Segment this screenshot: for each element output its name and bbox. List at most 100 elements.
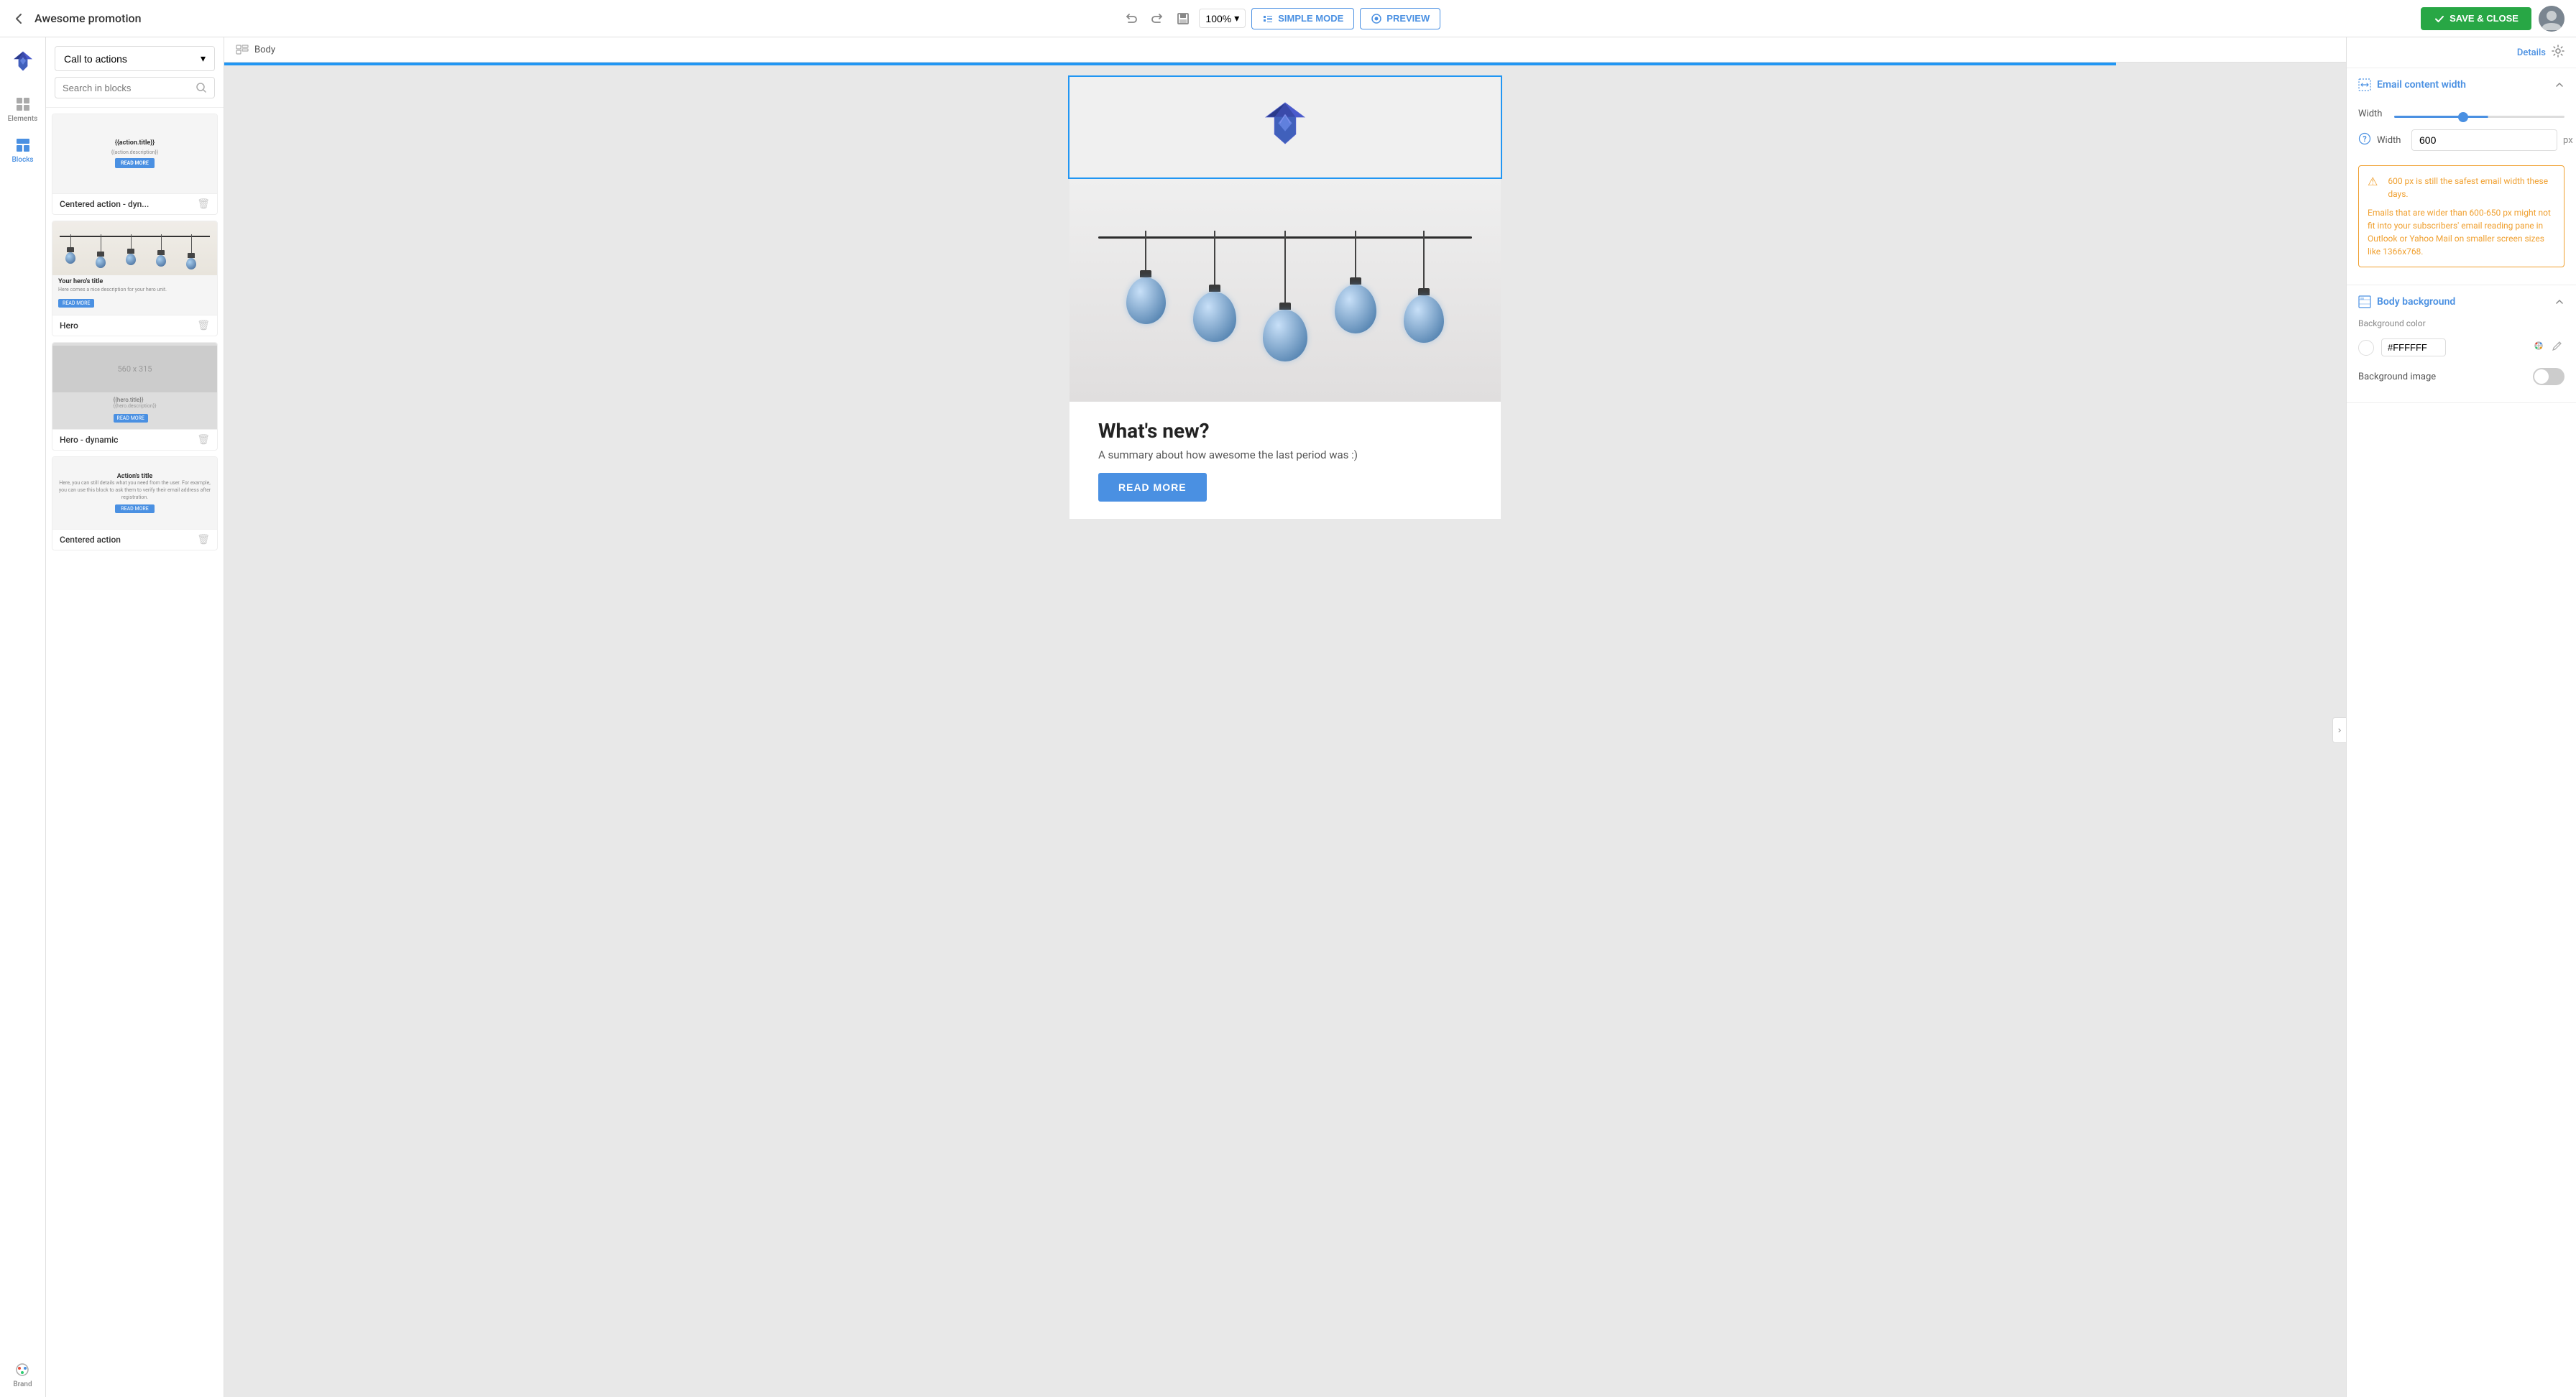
elements-label: Elements	[8, 115, 38, 123]
delete-hero-icon[interactable]: 🗑	[197, 320, 210, 331]
panel-section-header-width[interactable]: Email content width	[2347, 68, 2576, 101]
panel-section-body-background: Body background Background color	[2347, 285, 2576, 403]
hero-title: What's new?	[1098, 419, 1472, 443]
category-label: Call to actions	[64, 53, 127, 65]
canvas-content: What's new? A summary about how awesome …	[224, 63, 2346, 533]
block-preview-centered-action-dyn: {{action.title}} {{action.description}} …	[52, 114, 217, 193]
logo-section-content	[1070, 77, 1501, 177]
bg-image-row: Background image	[2358, 362, 2564, 391]
blocks-label: Blocks	[12, 156, 33, 164]
block-name-hero-dynamic: Hero - dynamic	[60, 435, 118, 445]
elements-icon	[15, 96, 31, 112]
preview-button[interactable]: PREVIEW	[1360, 8, 1440, 29]
main-layout: Elements Blocks Brand Call to actions	[0, 37, 2576, 1397]
back-button[interactable]	[12, 11, 26, 26]
background-icon	[2358, 295, 2371, 308]
block-preview-hero-dynamic: 560 x 315 {{hero.title}} {{hero.descript…	[52, 343, 217, 429]
hero-image	[1070, 179, 1501, 402]
block-footer-hero-dynamic: Hero - dynamic 🗑	[52, 429, 217, 450]
settings-icon[interactable]	[2552, 45, 2564, 60]
color-picker-button[interactable]	[2531, 338, 2546, 356]
simple-mode-label: SIMPLE MODE	[1278, 13, 1343, 24]
collapse-panel-button[interactable]: ›	[2332, 717, 2346, 743]
canvas-toolbar: Body	[224, 37, 2346, 63]
block-footer: Centered action - dyn... 🗑	[52, 193, 217, 214]
search-box	[55, 77, 215, 98]
light-unit-5	[1404, 231, 1444, 361]
delete-hero-dynamic-icon[interactable]: 🗑	[197, 434, 210, 446]
breadcrumb: Body	[254, 45, 275, 55]
block-item-hero-dynamic[interactable]: 560 x 315 {{hero.title}} {{hero.descript…	[52, 342, 218, 451]
bg-image-label: Background image	[2358, 372, 2436, 382]
blocks-panel-header: Call to actions ▾	[46, 37, 224, 108]
brand-label: Brand	[13, 1380, 32, 1388]
blocks-panel: Call to actions ▾ {{action.title}} {{act…	[46, 37, 224, 1397]
block-name: Centered action - dyn...	[60, 199, 149, 209]
light-unit-2	[1193, 231, 1236, 361]
width-input[interactable]	[2411, 129, 2557, 151]
panel-section-content-bg: Background color	[2347, 318, 2576, 402]
color-input[interactable]	[2381, 338, 2446, 356]
email-canvas: What's new? A summary about how awesome …	[1070, 77, 1501, 519]
width-slider-label: Width	[2358, 109, 2387, 119]
block-item-centered-action-dyn[interactable]: {{action.title}} {{action.description}} …	[52, 114, 218, 215]
width-help-icon[interactable]: ?	[2358, 132, 2371, 149]
category-select[interactable]: Call to actions ▾	[55, 46, 215, 71]
panel-section-email-width: Email content width Width	[2347, 68, 2576, 285]
save-close-label: SAVE & CLOSE	[2450, 13, 2518, 24]
width-slider-row: Width	[2358, 101, 2564, 126]
topbar-left: Awesome promotion	[12, 11, 142, 26]
save-close-button[interactable]: SAVE & CLOSE	[2421, 7, 2531, 30]
preview-label: PREVIEW	[1386, 13, 1430, 24]
bg-image-toggle[interactable]	[2533, 368, 2564, 385]
width-input-label: Width	[2377, 135, 2406, 146]
bg-color-label: Background color	[2358, 318, 2564, 328]
brand-icon	[14, 1362, 30, 1378]
sidebar-item-blocks[interactable]: Blocks	[0, 130, 45, 171]
panel-section-title-width: Email content width	[2358, 78, 2466, 91]
block-footer-centered-action: Centered action 🗑	[52, 529, 217, 550]
blocks-list: {{action.title}} {{action.description}} …	[46, 108, 224, 1397]
hero-section[interactable]: What's new? A summary about how awesome …	[1070, 179, 1501, 519]
light-unit-3	[1263, 231, 1307, 361]
width-icon	[2358, 78, 2371, 91]
panel-section-header-bg[interactable]: Body background	[2347, 285, 2576, 318]
bg-section-title: Body background	[2377, 296, 2455, 308]
warning-text-line2: Emails that are wider than 600-650 px mi…	[2368, 206, 2555, 258]
category-dropdown-icon: ▾	[201, 52, 206, 65]
breadcrumb-icon	[236, 43, 249, 56]
width-slider[interactable]	[2394, 116, 2564, 118]
block-preview-centered-action: Action's title Here, you can still detai…	[52, 457, 217, 529]
panel-section-title-bg: Body background	[2358, 295, 2455, 308]
delete-centered-action-icon[interactable]: 🗑	[197, 534, 210, 545]
color-swatch[interactable]	[2358, 340, 2374, 356]
brand-area[interactable]: Brand	[10, 1353, 34, 1397]
width-input-row: ? Width px	[2358, 126, 2564, 160]
color-tools	[2531, 338, 2564, 356]
details-link[interactable]: Details	[2517, 47, 2546, 58]
collapse-icon-width	[2554, 80, 2564, 90]
simple-mode-button[interactable]: SIMPLE MODE	[1251, 8, 1354, 29]
zoom-selector[interactable]: 100% ▾	[1199, 9, 1246, 28]
warning-icon: ⚠	[2368, 175, 2378, 200]
color-edit-button[interactable]	[2550, 338, 2564, 356]
svg-text:?: ?	[2363, 134, 2367, 144]
redo-button[interactable]	[1147, 9, 1167, 29]
delete-block-icon[interactable]: 🗑	[197, 198, 210, 210]
app-logo	[9, 49, 37, 78]
undo-button[interactable]	[1121, 9, 1141, 29]
block-footer-hero: Hero 🗑	[52, 315, 217, 336]
block-item-centered-action[interactable]: Action's title Here, you can still detai…	[52, 456, 218, 550]
sidebar-item-elements[interactable]: Elements	[0, 89, 45, 130]
warning-box: ⚠ 600 px is still the safest email width…	[2358, 165, 2564, 267]
hero-cta-button[interactable]: READ MORE	[1098, 473, 1207, 502]
avatar[interactable]	[2539, 6, 2564, 32]
save-draft-button[interactable]	[1173, 9, 1193, 29]
email-logo	[1256, 98, 1314, 156]
topbar-center: 100% ▾ SIMPLE MODE PREVIEW	[1121, 8, 1440, 29]
logo-section[interactable]	[1070, 77, 1501, 177]
search-input[interactable]	[63, 83, 190, 93]
canvas-scroll-area: ›	[224, 63, 2346, 1397]
topbar: Awesome promotion 100% ▾ SIMPLE MODE PRE…	[0, 0, 2576, 37]
block-item-hero[interactable]: Your hero's title Here comes a nice desc…	[52, 221, 218, 336]
